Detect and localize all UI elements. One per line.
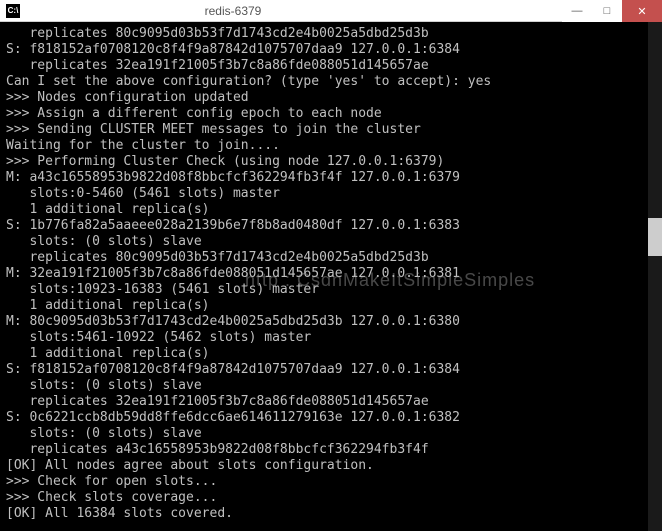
- terminal-line: >>> Performing Cluster Check (using node…: [6, 154, 656, 170]
- terminal-line: slots:10923-16383 (5461 slots) master: [6, 282, 656, 298]
- terminal-line: slots: (0 slots) slave: [6, 378, 656, 394]
- terminal-output[interactable]: replicates 80c9095d03b53f7d1743cd2e4b002…: [0, 22, 662, 531]
- terminal-line: S: f818152af0708120c8f4f9a87842d1075707d…: [6, 362, 656, 378]
- terminal-line: 1 additional replica(s): [6, 298, 656, 314]
- terminal-line: M: 32ea191f21005f3b7c8a86fde088051d14565…: [6, 266, 656, 282]
- terminal-line: replicates 32ea191f21005f3b7c8a86fde0880…: [6, 58, 656, 74]
- terminal-line: slots:0-5460 (5461 slots) master: [6, 186, 656, 202]
- maximize-button[interactable]: □: [592, 0, 622, 22]
- terminal-line: S: f818152af0708120c8f4f9a87842d1075707d…: [6, 42, 656, 58]
- terminal-line: S: 0c6221ccb8db59dd8ffe6dcc6ae6146112791…: [6, 410, 656, 426]
- terminal-line: >>> Nodes configuration updated: [6, 90, 656, 106]
- scrollbar-thumb[interactable]: [648, 218, 662, 256]
- terminal-line: [OK] All nodes agree about slots configu…: [6, 458, 656, 474]
- minimize-button[interactable]: —: [562, 0, 592, 22]
- terminal-line: Waiting for the cluster to join....: [6, 138, 656, 154]
- window-controls: — □ ✕: [562, 0, 662, 21]
- scrollbar-track[interactable]: [648, 22, 662, 531]
- terminal-line: >>> Check slots coverage...: [6, 490, 656, 506]
- terminal-line: 1 additional replica(s): [6, 202, 656, 218]
- terminal-line: replicates 32ea191f21005f3b7c8a86fde0880…: [6, 394, 656, 410]
- terminal-line: slots: (0 slots) slave: [6, 234, 656, 250]
- terminal-line: >>> Sending CLUSTER MEET messages to joi…: [6, 122, 656, 138]
- terminal-line: >>> Check for open slots...: [6, 474, 656, 490]
- terminal-line: S: 1b776fa82a5aaeee028a2139b6e7f8b8ad048…: [6, 218, 656, 234]
- terminal-line: slots: (0 slots) slave: [6, 426, 656, 442]
- titlebar: C:\ redis-6379 — □ ✕: [0, 0, 662, 22]
- terminal-line: M: 80c9095d03b53f7d1743cd2e4b0025a5dbd25…: [6, 314, 656, 330]
- window-title: redis-6379: [24, 4, 562, 18]
- cmd-icon: C:\: [6, 4, 20, 18]
- terminal-line: >>> Assign a different config epoch to e…: [6, 106, 656, 122]
- terminal-line: 1 additional replica(s): [6, 346, 656, 362]
- terminal-line: replicates 80c9095d03b53f7d1743cd2e4b002…: [6, 26, 656, 42]
- close-button[interactable]: ✕: [622, 0, 662, 22]
- terminal-line: M: a43c16558953b9822d08f8bbcfcf362294fb3…: [6, 170, 656, 186]
- terminal-line: replicates 80c9095d03b53f7d1743cd2e4b002…: [6, 250, 656, 266]
- terminal-line: replicates a43c16558953b9822d08f8bbcfcf3…: [6, 442, 656, 458]
- terminal-line: [OK] All 16384 slots covered.: [6, 506, 656, 522]
- terminal-line: Can I set the above configuration? (type…: [6, 74, 656, 90]
- terminal-line: slots:5461-10922 (5462 slots) master: [6, 330, 656, 346]
